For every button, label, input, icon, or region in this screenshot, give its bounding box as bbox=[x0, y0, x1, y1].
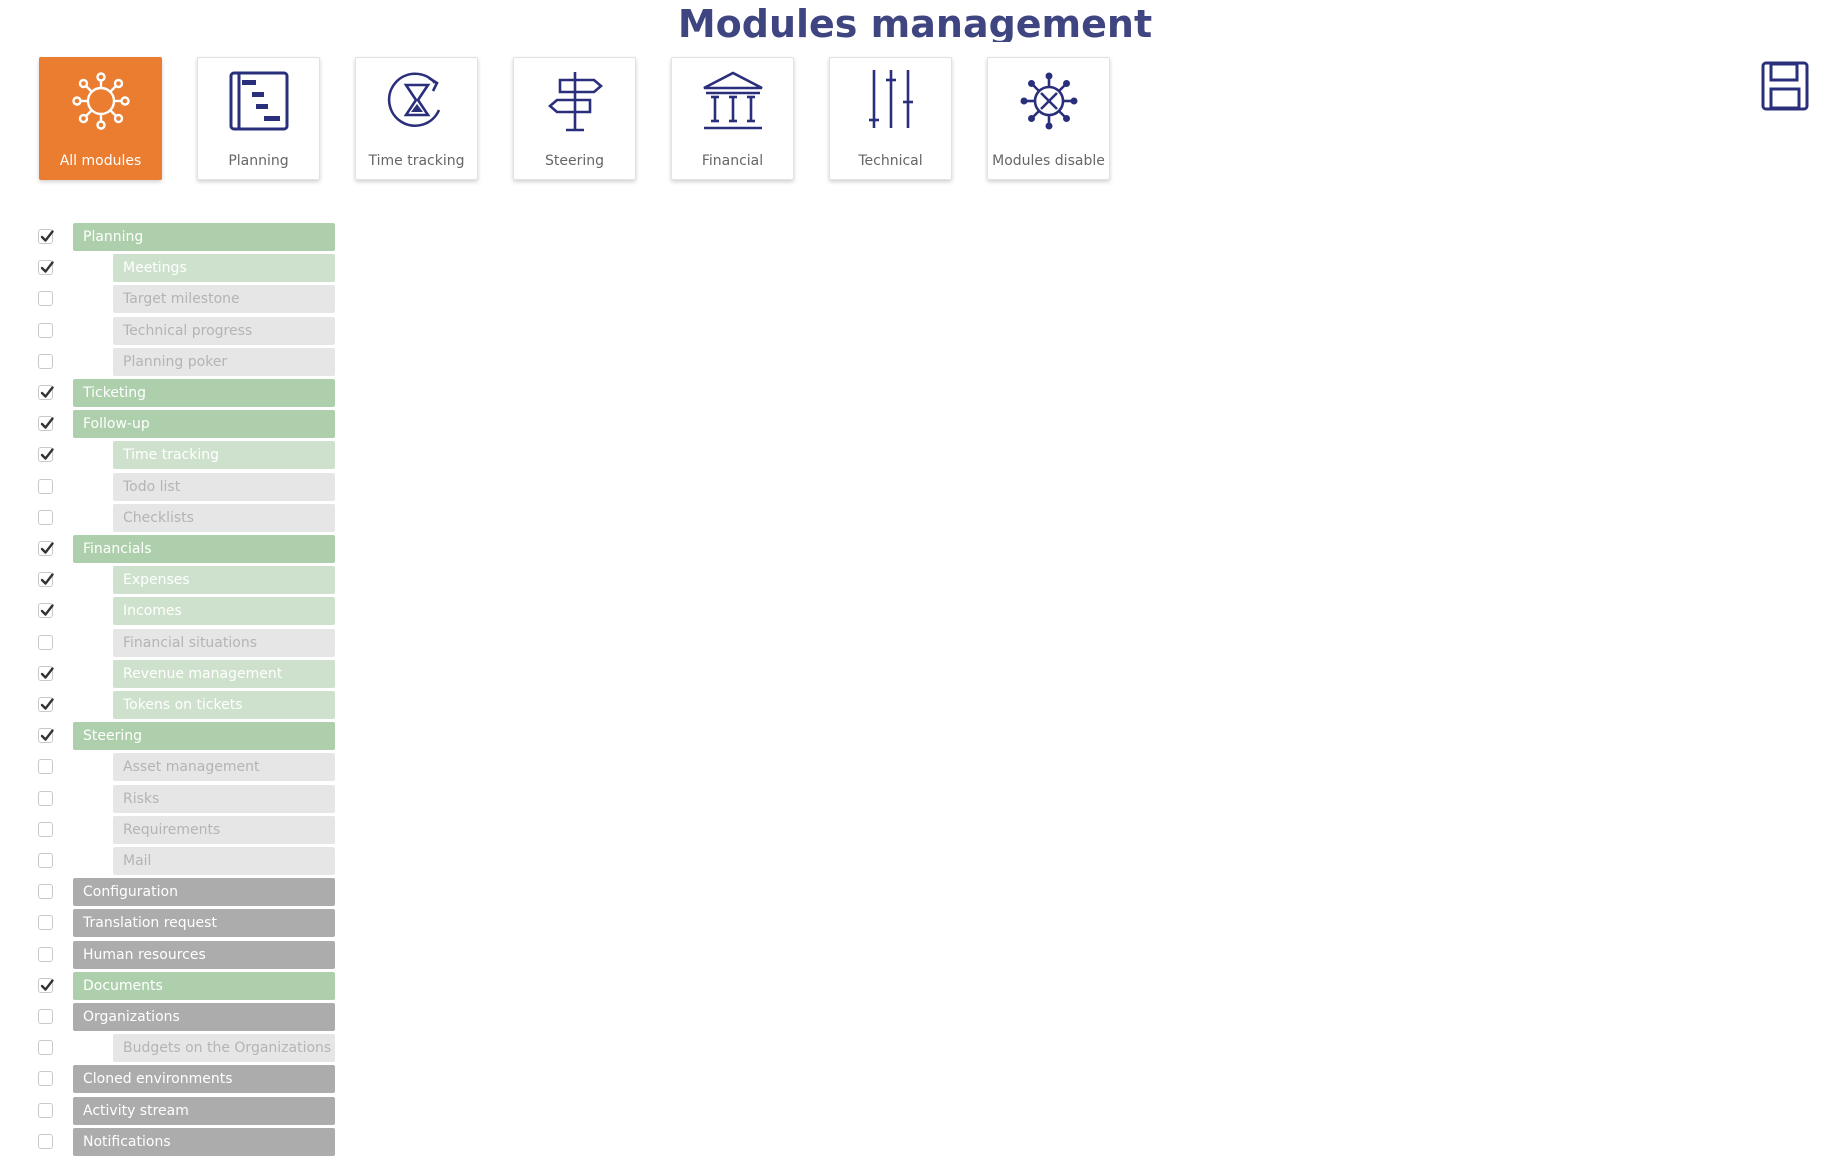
tile-financial[interactable]: Financial bbox=[671, 57, 794, 180]
module-sub-label[interactable]: Time tracking bbox=[113, 441, 335, 469]
module-checkbox[interactable] bbox=[38, 1103, 53, 1118]
tile-label: Planning bbox=[228, 153, 289, 169]
module-sub-label[interactable]: Requirements bbox=[113, 816, 335, 844]
page-title: Modules management bbox=[677, 2, 1153, 42]
tile-label: Technical bbox=[858, 153, 923, 169]
module-group-label[interactable]: Human resources bbox=[73, 941, 335, 969]
checkmark-icon bbox=[40, 417, 54, 429]
module-checkbox[interactable] bbox=[38, 385, 54, 400]
module-sub-label[interactable]: Target milestone bbox=[113, 285, 335, 313]
module-checkbox[interactable] bbox=[38, 978, 54, 993]
checkmark-icon bbox=[40, 979, 54, 991]
module-sub-label[interactable]: Incomes bbox=[113, 597, 335, 625]
module-checkbox[interactable] bbox=[38, 260, 54, 275]
checkmark-icon bbox=[40, 573, 54, 585]
module-group-label[interactable]: Documents bbox=[73, 972, 335, 1000]
module-checkbox[interactable] bbox=[38, 541, 54, 556]
module-group-label[interactable]: Notifications bbox=[73, 1128, 335, 1156]
module-group-label[interactable]: Configuration bbox=[73, 878, 335, 906]
module-checkbox[interactable] bbox=[38, 1071, 53, 1086]
module-checkbox[interactable] bbox=[38, 416, 54, 431]
module-checkbox[interactable] bbox=[38, 1134, 53, 1149]
module-sub-label[interactable]: Risks bbox=[113, 785, 335, 813]
tile-time-tracking[interactable]: Time tracking bbox=[355, 57, 478, 180]
tile-label: Time tracking bbox=[368, 153, 465, 169]
module-checkbox[interactable] bbox=[38, 291, 53, 306]
checkmark-icon bbox=[40, 698, 54, 710]
module-checkbox[interactable] bbox=[38, 354, 53, 369]
tile-label: Modules disable bbox=[992, 153, 1105, 169]
module-sub-label[interactable]: Revenue management bbox=[113, 660, 335, 688]
module-checkbox[interactable] bbox=[38, 603, 54, 618]
module-checkbox[interactable] bbox=[38, 759, 53, 774]
signpost-icon bbox=[547, 72, 603, 132]
module-group-label[interactable]: Steering bbox=[73, 722, 335, 750]
module-sub-label[interactable]: Meetings bbox=[113, 254, 335, 282]
checkmark-icon bbox=[40, 448, 54, 460]
tile-steering[interactable]: Steering bbox=[513, 57, 636, 180]
module-checkbox[interactable] bbox=[38, 822, 53, 837]
tile-label: Financial bbox=[701, 153, 764, 169]
module-sub-label[interactable]: Asset management bbox=[113, 753, 335, 781]
module-checkbox[interactable] bbox=[38, 572, 54, 587]
checkmark-icon bbox=[40, 386, 54, 398]
tile-label: All modules bbox=[59, 153, 142, 169]
module-checkbox[interactable] bbox=[38, 915, 53, 930]
module-checkbox[interactable] bbox=[38, 479, 53, 494]
bank-icon bbox=[702, 71, 763, 130]
module-checkbox[interactable] bbox=[38, 323, 53, 338]
module-group-label[interactable]: Cloned environments bbox=[73, 1065, 335, 1093]
module-checkbox[interactable] bbox=[38, 791, 53, 806]
module-group-label[interactable]: Translation request bbox=[73, 909, 335, 937]
module-sub-label[interactable]: Planning poker bbox=[113, 348, 335, 376]
module-sub-label[interactable]: Todo list bbox=[113, 473, 335, 501]
module-checkbox[interactable] bbox=[38, 884, 53, 899]
hourglass-refresh-icon bbox=[387, 72, 440, 128]
module-group-label[interactable]: Ticketing bbox=[73, 379, 335, 407]
module-checkbox[interactable] bbox=[38, 1009, 53, 1024]
module-checkbox[interactable] bbox=[38, 510, 53, 525]
module-sub-label[interactable]: Mail bbox=[113, 847, 335, 875]
module-checkbox[interactable] bbox=[38, 635, 53, 650]
module-group-label[interactable]: Planning bbox=[73, 223, 335, 251]
tile-label: Steering bbox=[544, 153, 604, 169]
tile-planning[interactable]: Planning bbox=[197, 57, 320, 180]
sun-network-icon bbox=[71, 72, 130, 130]
checkmark-icon bbox=[40, 230, 54, 242]
module-group-label[interactable]: Organizations bbox=[73, 1003, 335, 1031]
module-sub-label[interactable]: Expenses bbox=[113, 566, 335, 594]
module-checkbox[interactable] bbox=[38, 728, 54, 743]
sliders-icon bbox=[868, 70, 913, 128]
checkmark-icon bbox=[40, 261, 54, 273]
save-button[interactable] bbox=[1761, 61, 1809, 111]
module-group-label[interactable]: Financials bbox=[73, 535, 335, 563]
module-group-label[interactable]: Follow-up bbox=[73, 410, 335, 438]
module-checkbox[interactable] bbox=[38, 1040, 53, 1055]
module-group-label[interactable]: Activity stream bbox=[73, 1097, 335, 1125]
floppy-disk-icon bbox=[1761, 61, 1809, 111]
module-sub-label[interactable]: Budgets on the Organizations bbox=[113, 1034, 335, 1062]
module-sub-label[interactable]: Checklists bbox=[113, 504, 335, 532]
module-sub-label[interactable]: Technical progress bbox=[113, 317, 335, 345]
gantt-icon bbox=[229, 71, 288, 131]
tile-all-modules[interactable]: All modules bbox=[39, 57, 162, 180]
tile-modules-disable[interactable]: Modules disable bbox=[987, 57, 1110, 180]
module-checkbox[interactable] bbox=[38, 853, 53, 868]
module-checkbox[interactable] bbox=[38, 947, 53, 962]
module-checkbox[interactable] bbox=[38, 229, 54, 244]
checkmark-icon bbox=[40, 604, 54, 616]
checkmark-icon bbox=[40, 542, 54, 554]
tile-technical[interactable]: Technical bbox=[829, 57, 952, 180]
module-checkbox[interactable] bbox=[38, 697, 54, 712]
checkmark-icon bbox=[40, 667, 54, 679]
module-checkbox[interactable] bbox=[38, 447, 54, 462]
module-checkbox[interactable] bbox=[38, 666, 54, 681]
disable-network-icon bbox=[1020, 72, 1077, 130]
checkmark-icon bbox=[40, 729, 54, 741]
module-sub-label[interactable]: Tokens on tickets bbox=[113, 691, 335, 719]
module-sub-label[interactable]: Financial situations bbox=[113, 629, 335, 657]
